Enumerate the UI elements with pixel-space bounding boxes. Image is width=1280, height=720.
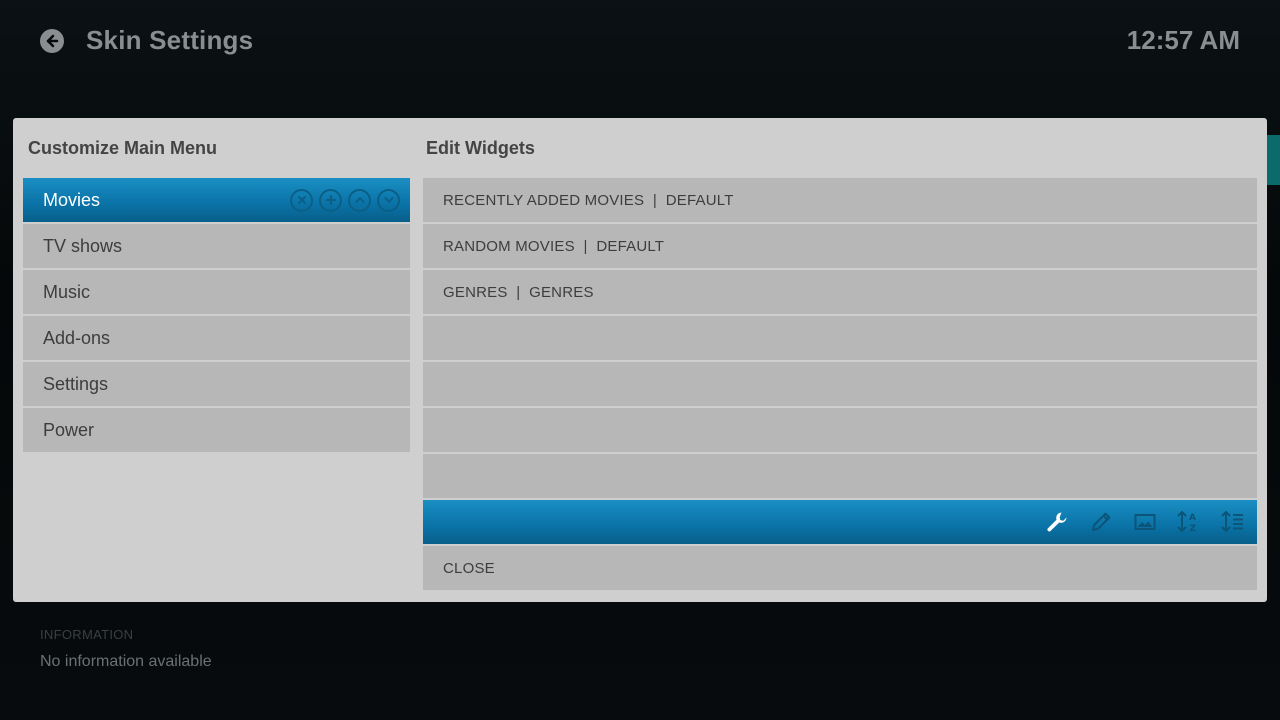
close-button[interactable]: CLOSE xyxy=(423,546,1257,590)
widget-item-selected[interactable]: A Z xyxy=(423,500,1257,544)
customize-dialog: Customize Main Menu Edit Widgets Movies … xyxy=(13,118,1267,602)
widget-item-genres[interactable]: GENRES | GENRES xyxy=(423,270,1257,314)
widget-item-recently-added-movies[interactable]: RECENTLY ADDED MOVIES | DEFAULT xyxy=(423,178,1257,222)
pencil-icon[interactable] xyxy=(1087,508,1115,536)
widget-item-empty[interactable] xyxy=(423,408,1257,452)
move-down-icon[interactable] xyxy=(377,188,400,212)
page-title: Skin Settings xyxy=(86,25,254,55)
menu-item-power[interactable]: Power xyxy=(23,408,410,452)
close-button-label: CLOSE xyxy=(443,559,495,577)
info-label: INFORMATION xyxy=(40,627,134,642)
move-up-icon[interactable] xyxy=(348,188,371,212)
wrench-icon[interactable] xyxy=(1043,508,1071,536)
add-icon[interactable] xyxy=(319,188,342,212)
widget-item-label: RANDOM MOVIES | DEFAULT xyxy=(443,237,665,255)
menu-item-label: Settings xyxy=(43,373,109,394)
widget-item-random-movies[interactable]: RANDOM MOVIES | DEFAULT xyxy=(423,224,1257,268)
back-arrow-icon[interactable] xyxy=(40,29,64,53)
widget-item-empty[interactable] xyxy=(423,316,1257,360)
widget-item-label: RECENTLY ADDED MOVIES | DEFAULT xyxy=(443,191,734,209)
menu-item-label: Music xyxy=(43,281,91,302)
sort-list-icon[interactable] xyxy=(1219,508,1247,536)
remove-icon[interactable] xyxy=(290,188,313,212)
menu-item-label: Movies xyxy=(43,189,101,210)
menu-item-label: Power xyxy=(43,419,95,440)
clock: 12:57 AM xyxy=(1126,25,1240,55)
menu-item-settings[interactable]: Settings xyxy=(23,362,410,406)
sort-alpha-icon[interactable]: A Z xyxy=(1175,508,1203,536)
image-icon[interactable] xyxy=(1131,508,1159,536)
menu-item-label: Add-ons xyxy=(43,327,111,348)
menu-item-controls xyxy=(290,188,410,212)
menu-item-label: TV shows xyxy=(43,235,123,256)
widget-item-empty[interactable] xyxy=(423,454,1257,498)
menu-item-tv-shows[interactable]: TV shows xyxy=(23,224,410,268)
menu-item-music[interactable]: Music xyxy=(23,270,410,314)
menu-column-title: Customize Main Menu xyxy=(28,138,218,158)
svg-text:A: A xyxy=(1189,513,1196,523)
widgets-column-title: Edit Widgets xyxy=(426,138,535,158)
widget-toolbar: A Z xyxy=(1043,500,1247,544)
svg-text:Z: Z xyxy=(1190,524,1197,534)
widget-item-empty[interactable] xyxy=(423,362,1257,406)
menu-item-movies[interactable]: Movies xyxy=(23,178,410,222)
menu-item-add-ons[interactable]: Add-ons xyxy=(23,316,410,360)
info-value: No information available xyxy=(40,653,212,670)
widget-item-label: GENRES | GENRES xyxy=(443,283,594,301)
